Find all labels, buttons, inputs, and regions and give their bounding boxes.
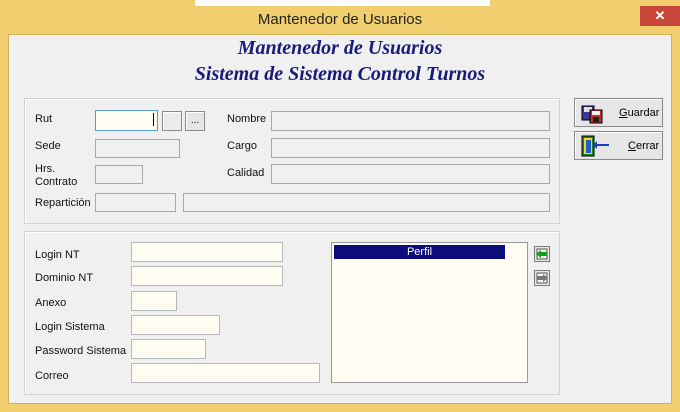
save-icon [581,105,603,124]
login-nt-input[interactable] [131,242,283,262]
hrs-contrato-field [95,165,143,184]
login-sistema-label: Login Sistema [35,321,105,333]
remove-profile-button[interactable] [534,270,550,286]
text-caret [153,113,154,126]
anexo-input[interactable] [131,291,177,311]
perfil-list[interactable]: Perfil [331,242,528,383]
remove-profile-icon [534,270,550,286]
correo-input[interactable] [131,363,320,383]
rut-lookup-button[interactable]: ... [185,111,205,131]
cerrar-label: Cerrar [628,140,660,152]
dominio-nt-input[interactable] [131,266,283,286]
rut-label: Rut [35,113,53,125]
anexo-label: Anexo [35,297,67,309]
sede-label: Sede [35,140,61,152]
guardar-button[interactable]: Guardar [574,98,663,127]
correo-label: Correo [35,370,69,382]
reparticion-code-field [95,193,176,212]
window-title: Mantenedor de Usuarios [257,11,423,28]
add-profile-icon [534,246,550,262]
close-button[interactable]: ✕ [640,6,680,26]
reparticion-label: Repartición [35,197,91,209]
rut-input[interactable] [95,110,158,131]
cargo-field [271,138,550,158]
reparticion-name-field [183,193,550,212]
form-heading: Mantenedor de Usuarios [237,37,443,59]
hrs-contrato-label: Hrs. Contrato [35,163,78,188]
rut-check-button[interactable] [162,111,182,131]
exit-door-icon [581,135,609,157]
perfil-column-header[interactable]: Perfil [333,244,506,260]
login-nt-label: Login NT [35,249,80,261]
cerrar-button[interactable]: Cerrar [574,131,663,160]
calidad-label: Calidad [227,167,265,179]
add-profile-button[interactable] [534,246,550,262]
nombre-field [271,111,550,131]
sede-field [95,139,180,158]
password-sistema-label: Password Sistema [35,345,127,357]
nombre-label: Nombre [227,113,267,125]
login-sistema-input[interactable] [131,315,220,335]
cargo-label: Cargo [227,140,257,152]
dominio-nt-label: Dominio NT [35,272,94,284]
password-sistema-input[interactable] [131,339,206,359]
close-icon: ✕ [654,8,666,23]
guardar-label: Guardar [619,107,660,119]
calidad-field [271,164,550,184]
form-subheading: Sistema de Sistema Control Turnos [194,63,486,85]
